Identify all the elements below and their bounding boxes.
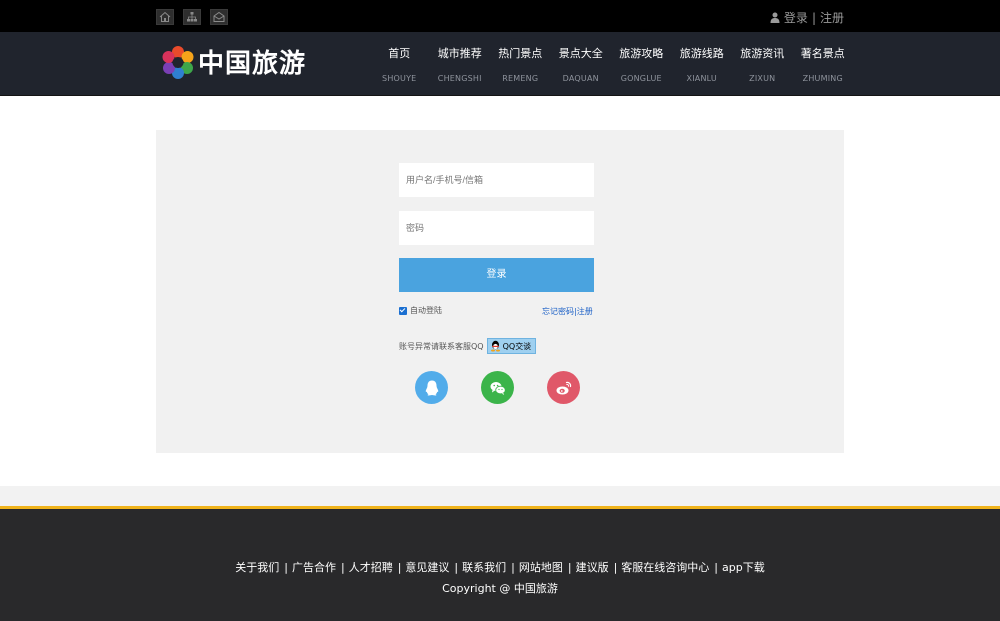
nav-sublabel: REMENG (502, 74, 539, 83)
register-link[interactable]: 注册 (820, 9, 844, 26)
nav-label: 首页 (388, 47, 411, 60)
support-text: 账号异常请联系客服QQ (399, 341, 484, 351)
footer-link-jobs[interactable]: 人才招聘 (349, 561, 393, 574)
footer-separator: | (397, 561, 402, 574)
footer-link-suggest[interactable]: 建议版 (576, 561, 609, 574)
nav-label: 热门景点 (498, 47, 543, 60)
remember-me[interactable]: 自动登陆 (399, 305, 442, 316)
nav-sublabel: ZHUMING (802, 74, 843, 83)
footer-separator: | (454, 561, 459, 574)
nav-sublabel: ZIXUN (749, 74, 776, 83)
link-separator: | (811, 10, 816, 25)
footer-separator: | (284, 561, 288, 574)
sitemap-icon[interactable] (183, 9, 201, 25)
footer-link-app[interactable]: app下载 (722, 561, 765, 574)
password-input[interactable] (399, 211, 594, 245)
login-button[interactable]: 登录 (399, 258, 594, 292)
qq-icon (425, 380, 438, 395)
main-nav: 首页 SHOUYE 城市推荐 CHENGSHI 热门景点 REMENG 景点大全… (369, 32, 853, 83)
nav-label: 旅游攻略 (619, 47, 664, 60)
top-bar: 登录 | 注册 (0, 0, 1000, 32)
user-links: 登录 | 注册 (770, 9, 844, 26)
nav-item-guides[interactable]: 旅游攻略 GONGLUE (611, 32, 672, 83)
nav-sublabel: CHENGSHI (437, 74, 482, 83)
nav-sublabel: GONGLUE (620, 74, 662, 83)
footer-separator: | (714, 561, 719, 574)
wechat-login-button[interactable] (481, 371, 514, 404)
footer-link-ads[interactable]: 广告合作 (292, 561, 336, 574)
mail-icon[interactable] (210, 9, 228, 25)
home-icon[interactable] (156, 9, 174, 25)
nav-item-news[interactable]: 旅游资讯 ZIXUN (732, 32, 793, 83)
footer-separator: | (511, 561, 515, 574)
nav-item-hot-spots[interactable]: 热门景点 REMENG (490, 32, 551, 83)
footer-link-support[interactable]: 客服在线咨询中心 (621, 561, 709, 574)
qq-chat-label: QQ交谈 (502, 341, 532, 351)
nav-item-famous[interactable]: 著名景点 ZHUMING (793, 32, 854, 83)
nav-label: 旅游线路 (679, 47, 724, 60)
forgot-register-link[interactable]: 忘记密码|注册 (542, 306, 593, 317)
nav-label: 著名景点 (800, 47, 845, 60)
site-logo[interactable]: 中国旅游 (161, 43, 306, 80)
footer-separator: | (340, 561, 345, 574)
footer-links: 关于我们 | 广告合作 | 人才招聘 | 意见建议 | 联系我们 | 网站地图 | 建议版 | 客服在线咨询… (0, 559, 1000, 575)
footer-separator: | (567, 561, 572, 574)
weibo-login-button[interactable] (547, 371, 580, 404)
nav-sublabel: DAQUAN (562, 74, 599, 83)
footer-link-sitemap[interactable]: 网站地图 (519, 561, 563, 574)
logo-flower-icon (162, 45, 194, 79)
remember-label: 自动登陆 (410, 306, 442, 315)
qq-login-button[interactable] (415, 371, 448, 404)
topbar-icons (156, 9, 228, 25)
footer-separator: | (613, 561, 618, 574)
weibo-icon (556, 381, 571, 394)
qq-penguin-icon (490, 340, 500, 352)
site-header: 中国旅游 首页 SHOUYE 城市推荐 CHENGSHI 热门景点 REMENG… (0, 32, 1000, 96)
username-input[interactable] (399, 163, 594, 197)
nav-item-home[interactable]: 首页 SHOUYE (369, 32, 430, 83)
nav-label: 景点大全 (558, 47, 603, 60)
nav-label: 城市推荐 (437, 47, 482, 60)
login-panel: 登录 自动登陆 忘记密码|注册 账号异常请联系客服QQ QQ交谈 (156, 130, 844, 453)
wechat-icon (490, 381, 506, 395)
user-icon (770, 12, 780, 23)
site-footer: 关于我们 | 广告合作 | 人才招聘 | 意见建议 | 联系我们 | 网站地图 | 建议版 | 客服在线咨询… (0, 506, 1000, 621)
login-link[interactable]: 登录 (784, 9, 808, 26)
qq-chat-button[interactable]: QQ交谈 (486, 338, 537, 354)
nav-sublabel: XIANLU (686, 74, 717, 83)
footer-link-contact[interactable]: 联系我们 (462, 561, 506, 574)
nav-sublabel: SHOUYE (382, 74, 417, 83)
footer-spacer (0, 486, 1000, 506)
footer-link-feedback[interactable]: 意见建议 (405, 561, 449, 574)
nav-item-routes[interactable]: 旅游线路 XIANLU (672, 32, 733, 83)
nav-label: 旅游资讯 (740, 47, 785, 60)
support-line: 账号异常请联系客服QQ QQ交谈 (399, 338, 537, 354)
copyright: Copyright @ 中国旅游 (442, 582, 558, 595)
footer-link-about[interactable]: 关于我们 (235, 561, 279, 574)
nav-item-city[interactable]: 城市推荐 CHENGSHI (430, 32, 491, 83)
logo-text: 中国旅游 (198, 49, 307, 79)
remember-checkbox[interactable] (399, 306, 407, 315)
nav-item-all-spots[interactable]: 景点大全 DAQUAN (551, 32, 612, 83)
